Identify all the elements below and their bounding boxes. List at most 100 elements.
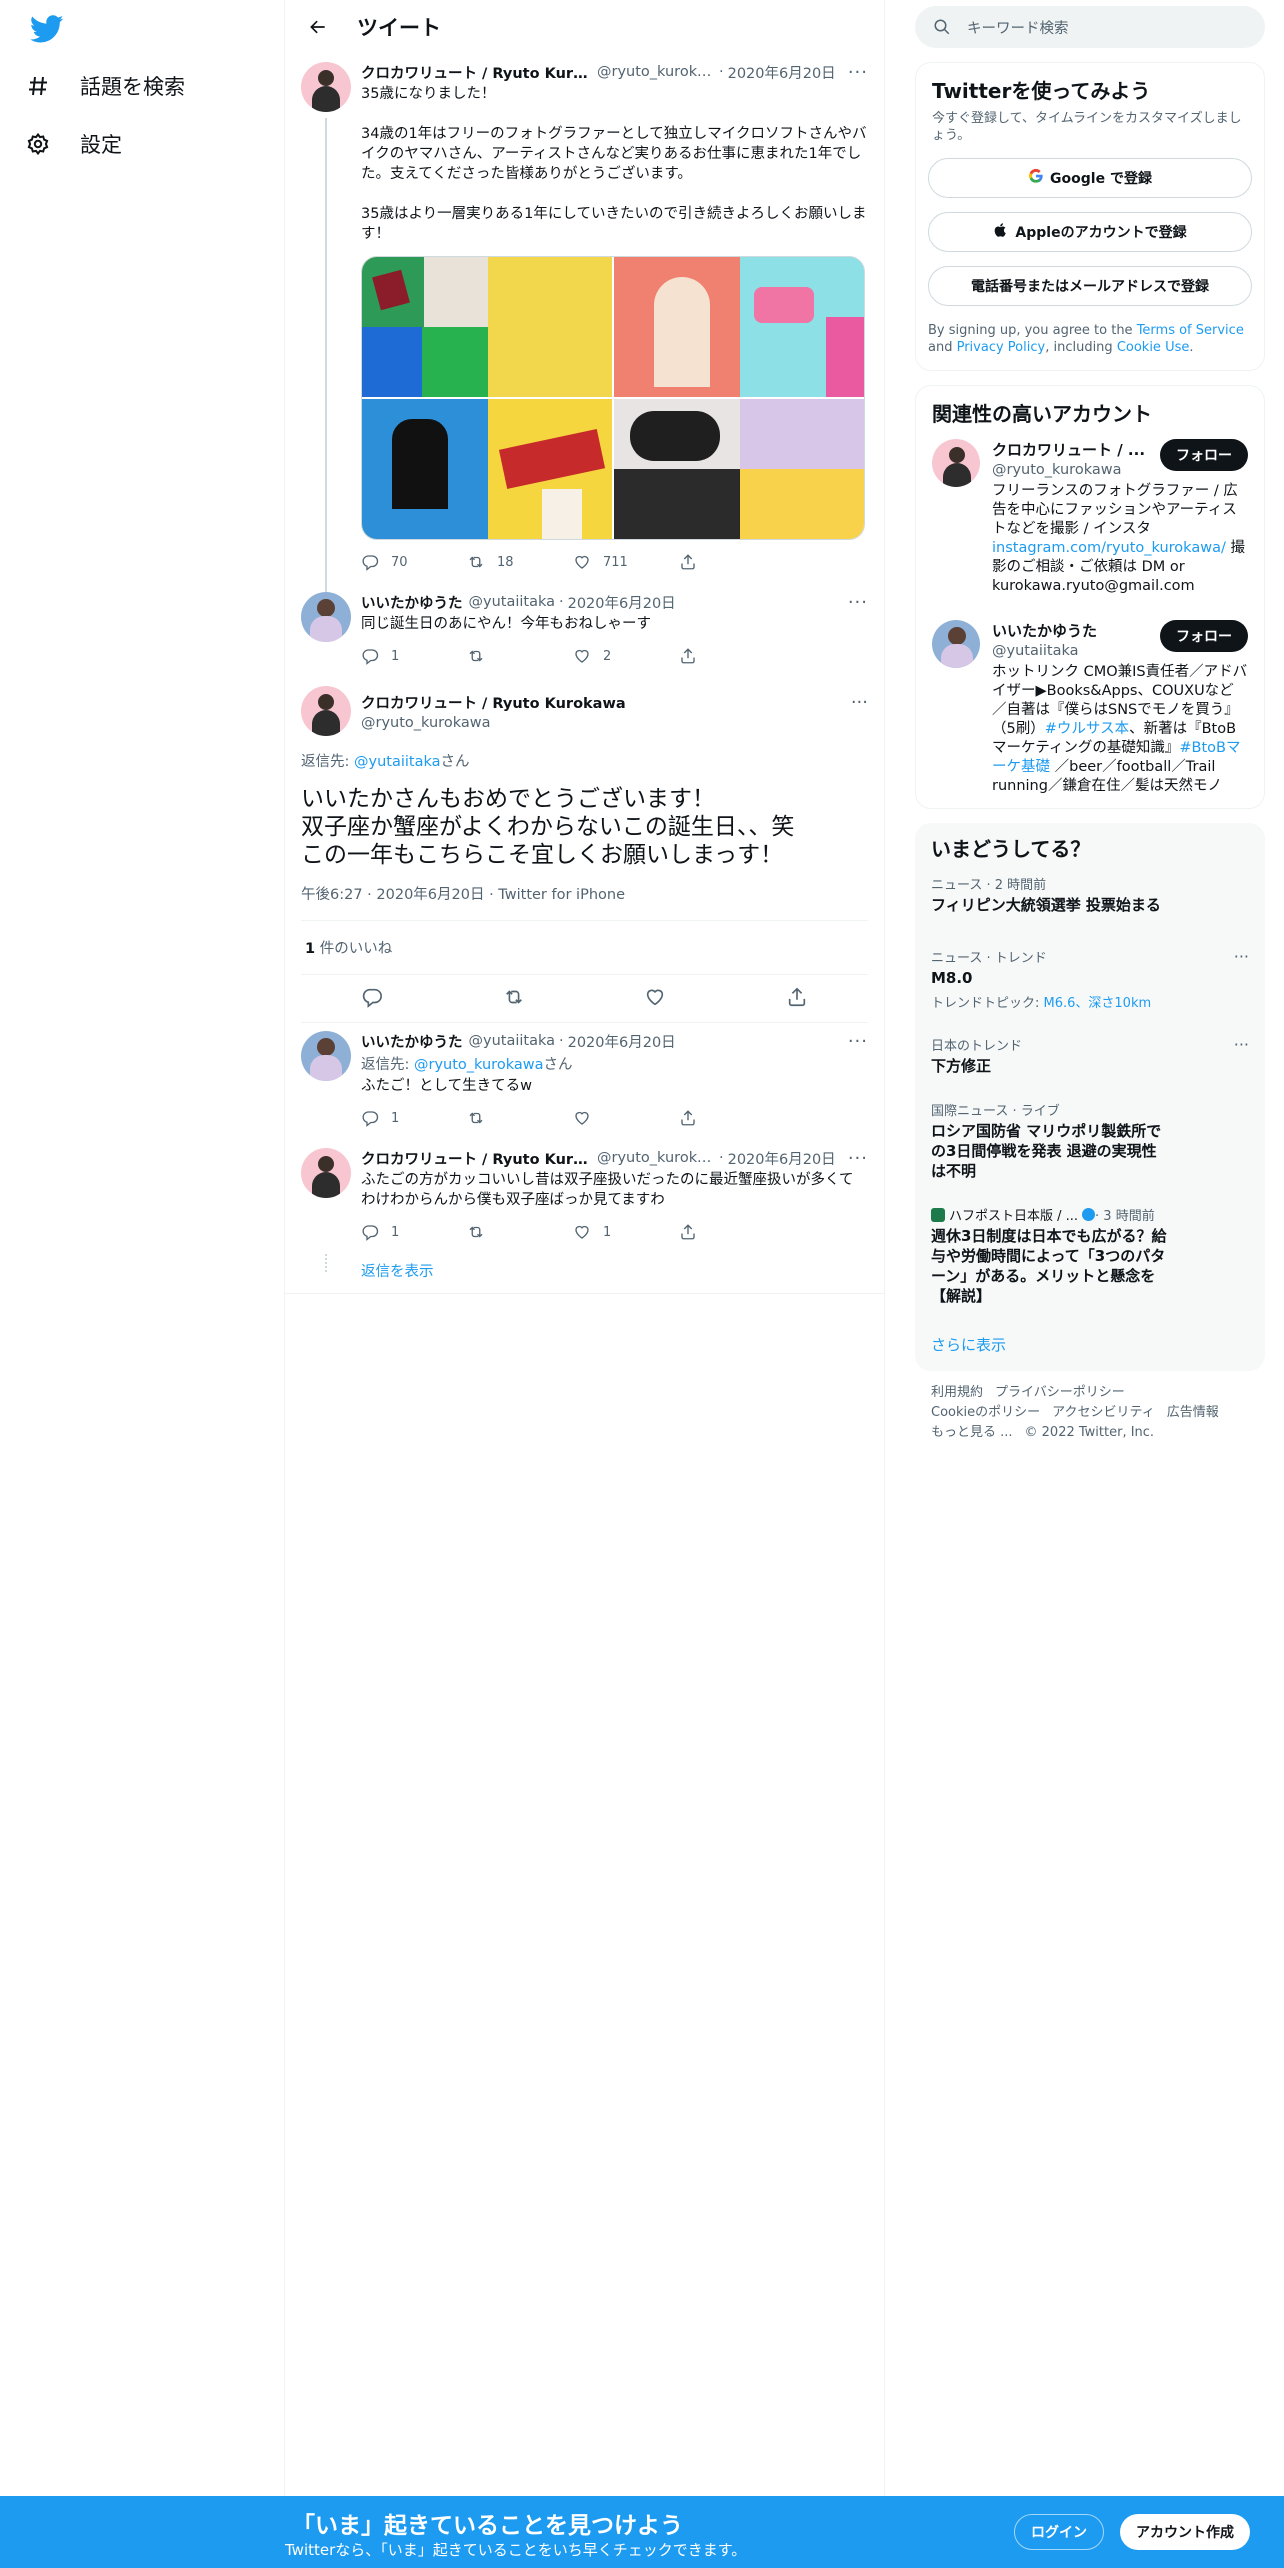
nav-settings[interactable]: 設定 <box>26 120 122 168</box>
tweet-date[interactable]: 2020年6月20日 <box>728 1148 836 1169</box>
footer-ads-link[interactable]: 広告情報 <box>1167 1405 1219 1420</box>
trend-item[interactable]: ニュース · トレンド M8.0 トレンドトピック: M6.6、深さ10km ·… <box>915 935 1265 1023</box>
like-button[interactable] <box>644 986 666 1012</box>
phone-email-signup-button[interactable]: 電話番号またはメールアドレスで登録 <box>928 266 1252 306</box>
share-button[interactable] <box>679 647 785 665</box>
account-card[interactable]: いいたかゆうた @yutaiitaka フォロー ホットリンク CMO兼IS責任… <box>916 608 1264 808</box>
account-card[interactable]: クロカワリュート / ... @ryuto_kurokawa フォロー フリーラ… <box>916 427 1264 608</box>
media-image[interactable] <box>362 257 612 397</box>
more-icon[interactable]: ··· <box>1234 1035 1249 1054</box>
tweet-author-name[interactable]: クロカワリュート / Ryuto Kurok... <box>361 1148 591 1169</box>
google-signup-button[interactable]: Google で登録 <box>928 158 1252 198</box>
tweet-author-handle[interactable]: @ryuto_kuroka... <box>597 1150 715 1166</box>
tweet-author-handle[interactable]: @ryuto_kurokawa <box>361 715 626 731</box>
hashtag-link[interactable]: #ウルサス本 <box>1045 721 1129 737</box>
avatar[interactable] <box>301 62 351 112</box>
follow-button[interactable]: フォロー <box>1160 620 1248 652</box>
show-more-link[interactable]: さらに表示 <box>915 1318 1265 1371</box>
search-box[interactable]: キーワード検索 <box>915 6 1265 48</box>
avatar[interactable] <box>932 439 980 487</box>
media-image[interactable] <box>614 399 864 539</box>
search-input[interactable]: キーワード検索 <box>967 17 1069 38</box>
more-icon[interactable]: ··· <box>848 1031 868 1052</box>
avatar[interactable] <box>301 686 351 736</box>
privacy-link[interactable]: Privacy Policy <box>957 340 1046 355</box>
tweet-date[interactable]: 2020年6月20日 <box>568 592 676 613</box>
retweet-button[interactable] <box>467 1223 573 1241</box>
like-button[interactable]: 711 <box>573 553 679 571</box>
reply-to-link[interactable]: @ryuto_kurokawa <box>414 1057 543 1073</box>
retweet-button[interactable] <box>467 647 573 665</box>
tweet[interactable]: クロカワリュート / Ryuto Kurok... @ryuto_kuroka.… <box>285 1140 884 1254</box>
retweet-button[interactable]: 18 <box>467 553 573 571</box>
tweet-author-handle[interactable]: @yutaiitaka <box>469 1033 556 1049</box>
tweet-author-name[interactable]: いいたかゆうた <box>361 592 463 613</box>
terms-link[interactable]: Terms of Service <box>1137 323 1244 338</box>
avatar[interactable] <box>301 1031 351 1081</box>
tweet-author-name[interactable]: クロカワリュート / Ryuto Kurok... <box>361 62 591 83</box>
footer-cookie-link[interactable]: Cookieのポリシー <box>931 1405 1040 1420</box>
retweet-button[interactable] <box>467 1109 573 1127</box>
account-name[interactable]: クロカワリュート / ... <box>992 439 1145 460</box>
tweet-date[interactable]: 2020年6月20日 <box>728 62 836 83</box>
share-button[interactable] <box>679 1109 785 1127</box>
avatar[interactable] <box>301 1148 351 1198</box>
media-image[interactable] <box>362 399 612 539</box>
follow-button[interactable]: フォロー <box>1160 439 1248 471</box>
tweet-media-grid[interactable] <box>361 256 865 540</box>
more-icon[interactable]: ··· <box>1234 947 1249 966</box>
tweet-meta[interactable]: 午後6:27 · 2020年6月20日 · Twitter for iPhone <box>301 883 868 921</box>
account-handle[interactable]: @ryuto_kurokawa <box>992 462 1145 478</box>
reply-button[interactable]: 1 <box>361 647 467 665</box>
share-button[interactable] <box>679 1223 785 1241</box>
login-button[interactable]: ログイン <box>1014 2514 1104 2550</box>
tweet[interactable]: いいたかゆうた @yutaiitaka · 2020年6月20日 ··· 同じ誕… <box>285 584 884 678</box>
like-button[interactable]: 1 <box>573 1223 679 1241</box>
share-button[interactable] <box>679 553 785 571</box>
reply-button[interactable]: 1 <box>361 1223 467 1241</box>
footer-accessibility-link[interactable]: アクセシビリティ <box>1052 1405 1155 1420</box>
tweet-author-handle[interactable]: @yutaiitaka <box>469 594 556 610</box>
footer-terms-link[interactable]: 利用規約 <box>931 1385 983 1400</box>
more-icon[interactable]: ··· <box>851 692 868 713</box>
like-button[interactable]: 2 <box>573 647 679 665</box>
trend-item[interactable]: ニュース · 2 時間前 フィリピン大統領選挙 投票始まる <box>915 862 1265 927</box>
reply-button[interactable]: 70 <box>361 553 467 571</box>
bio-link[interactable]: instagram.com/ryuto_kurokawa/ <box>992 540 1226 556</box>
like-button[interactable] <box>573 1109 679 1127</box>
avatar[interactable] <box>932 620 980 668</box>
tweet[interactable]: いいたかゆうた @yutaiitaka · 2020年6月20日 ··· 返信先… <box>285 1023 884 1140</box>
retweet-button[interactable] <box>503 986 525 1012</box>
trend-topic-link[interactable]: M6.6、深さ10km <box>1044 996 1152 1011</box>
account-handle[interactable]: @yutaiitaka <box>992 643 1097 659</box>
likes-summary[interactable]: 1 件のいいね <box>301 921 868 975</box>
footer-more-link[interactable]: もっと見る ... <box>931 1425 1013 1440</box>
reply-button[interactable]: 1 <box>361 1109 467 1127</box>
tweet-date[interactable]: 2020年6月20日 <box>568 1031 676 1052</box>
more-icon[interactable]: ··· <box>848 1148 868 1169</box>
nav-explore[interactable]: 話題を検索 <box>26 62 185 110</box>
footer-privacy-link[interactable]: プライバシーポリシー <box>995 1385 1125 1400</box>
trend-item[interactable]: 日本のトレンド 下方修正 ··· <box>915 1023 1265 1088</box>
tweet-author-handle[interactable]: @ryuto_kuroka... <box>597 64 715 80</box>
signup-button[interactable]: アカウント作成 <box>1120 2514 1250 2550</box>
more-icon[interactable]: ··· <box>848 592 868 613</box>
avatar[interactable] <box>301 592 351 642</box>
share-button[interactable] <box>786 986 808 1012</box>
trend-item[interactable]: 国際ニュース · ライブ ロシア国防省 マリウポリ製鉄所での3日間停戦を発表 退… <box>915 1088 1265 1193</box>
account-name[interactable]: いいたかゆうた <box>992 620 1097 641</box>
twitter-logo-icon[interactable] <box>29 12 70 46</box>
more-icon[interactable]: ··· <box>848 62 868 83</box>
show-more-label[interactable]: さらに表示 <box>931 1336 1006 1354</box>
trend-item[interactable]: ハフポスト日本版 / ... · 3 時間前 週休3日制度は日本でも広がる？給与… <box>915 1193 1265 1318</box>
media-image[interactable] <box>614 257 864 397</box>
tweet-author-name[interactable]: いいたかゆうた <box>361 1031 463 1052</box>
reply-button[interactable] <box>361 986 383 1012</box>
reply-to-link[interactable]: @yutaiitaka <box>354 754 441 770</box>
tweet[interactable]: クロカワリュート / Ryuto Kurok... @ryuto_kuroka.… <box>285 54 884 592</box>
apple-signup-button[interactable]: Appleのアカウントで登録 <box>928 212 1252 252</box>
show-replies-link[interactable]: 返信を表示 <box>361 1264 434 1280</box>
back-arrow-icon[interactable] <box>301 10 335 44</box>
tweet-author-name[interactable]: クロカワリュート / Ryuto Kurokawa <box>361 692 626 713</box>
cookie-link[interactable]: Cookie Use <box>1117 340 1190 355</box>
